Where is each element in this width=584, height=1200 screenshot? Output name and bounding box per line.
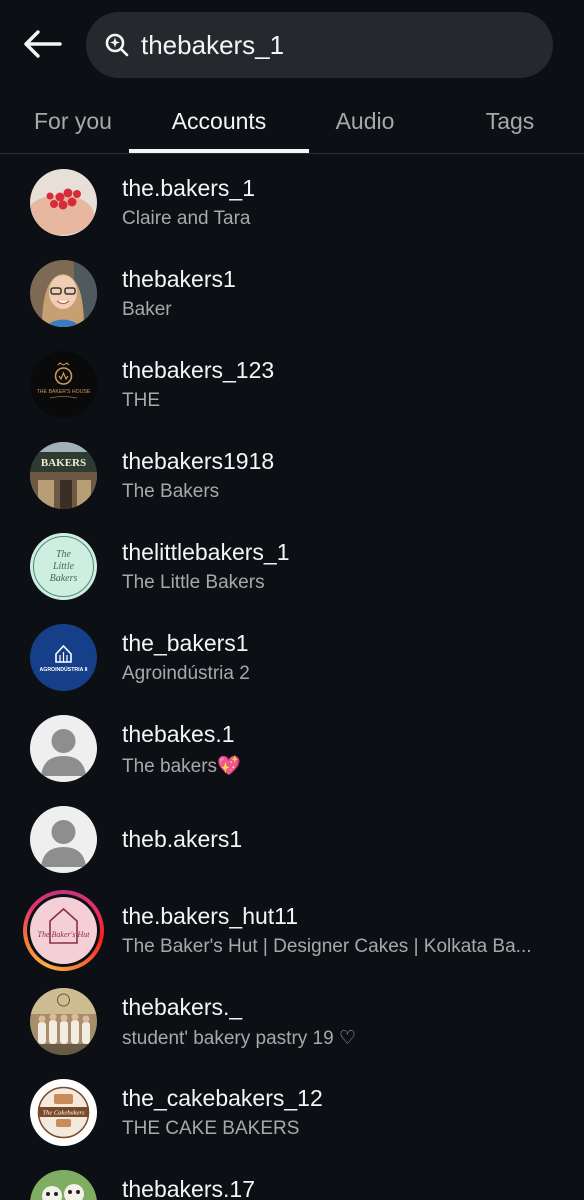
avatar: AGROINDÚSTRIA II xyxy=(30,624,97,691)
account-row[interactable]: thebakers1 Baker xyxy=(0,252,584,343)
tab-audio[interactable]: Audio xyxy=(310,90,420,153)
avatar-logo-text: AGROINDÚSTRIA II xyxy=(40,666,88,673)
search-input[interactable] xyxy=(141,22,531,68)
account-row[interactable]: The Cakebakers the_cakebakers_12 THE CAK… xyxy=(0,1071,584,1162)
avatar-story-ring[interactable]: The Baker's Hut xyxy=(23,890,104,971)
account-row[interactable]: thebakers._ student' bakery pastry 19 ♡ xyxy=(0,980,584,1071)
account-full-name: The Bakers xyxy=(122,481,220,502)
account-row[interactable]: thebakes.1 The bakers💖 xyxy=(0,707,584,798)
avatar: THE BAKER'S HOUSE xyxy=(30,351,97,418)
account-username: thelittlebakers_1 xyxy=(122,539,290,565)
back-button[interactable] xyxy=(18,22,66,66)
tab-accounts[interactable]: Accounts xyxy=(129,90,309,153)
account-full-name: THE CAKE BAKERS xyxy=(122,1118,300,1139)
person-icon xyxy=(30,806,97,873)
account-row[interactable]: The Baker's Hut the.bakers_hut11 The Bak… xyxy=(0,889,584,980)
default-avatar xyxy=(30,806,97,873)
active-tab-indicator xyxy=(129,149,309,153)
top-bar xyxy=(0,0,584,90)
account-username: thebakers.17 xyxy=(122,1176,255,1200)
avatar: The Little Bakers xyxy=(30,533,97,600)
search-tabs: For you Accounts Audio Tags xyxy=(0,90,584,154)
default-avatar xyxy=(30,715,97,782)
account-row[interactable]: the.bakers_1 Claire and Tara xyxy=(0,161,584,252)
account-full-name: Baker xyxy=(122,299,172,320)
account-full-name: The Little Bakers xyxy=(122,572,265,593)
account-full-name: Claire and Tara xyxy=(122,208,251,229)
avatar: The Baker's Hut xyxy=(30,897,97,964)
account-username: thebakers._ xyxy=(122,994,243,1020)
account-full-name: The Baker's Hut | Designer Cakes | Kolka… xyxy=(122,936,532,957)
account-username: the_cakebakers_12 xyxy=(122,1085,323,1111)
account-row[interactable]: thebakers.17 xyxy=(0,1162,584,1200)
search-icon xyxy=(105,33,129,57)
avatar-logo-text: THE BAKER'S HOUSE xyxy=(37,389,91,395)
account-full-name: The bakers💖 xyxy=(122,756,241,777)
account-row[interactable]: BAKERS thebakers1918 The Bakers xyxy=(0,434,584,525)
avatar xyxy=(30,260,97,327)
account-username: the.bakers_hut11 xyxy=(122,903,299,929)
avatar xyxy=(30,169,97,236)
account-username: thebakes.1 xyxy=(122,721,235,747)
account-username: theb.akers1 xyxy=(122,826,243,852)
avatar xyxy=(30,988,97,1055)
account-username: thebakers1 xyxy=(122,266,236,292)
account-username: the.bakers_1 xyxy=(122,175,255,201)
accounts-list: the.bakers_1 Claire and Tara thebakers1 … xyxy=(0,154,584,1200)
account-username: the_bakers1 xyxy=(122,630,249,656)
search-bar[interactable] xyxy=(86,12,553,78)
account-username: thebakers_123 xyxy=(122,357,275,383)
avatar-logo-text: The Cakebakers xyxy=(42,1110,85,1117)
avatar: BAKERS xyxy=(30,442,97,509)
avatar xyxy=(30,1170,97,1200)
account-row[interactable]: theb.akers1 xyxy=(0,798,584,889)
arrow-left-icon xyxy=(24,30,62,58)
account-full-name: THE xyxy=(122,390,160,411)
svg-text:The: The xyxy=(56,549,72,560)
person-icon xyxy=(30,715,97,782)
avatar-logo-text: BAKERS xyxy=(41,457,86,469)
account-username: thebakers1918 xyxy=(122,448,275,474)
svg-text:Little: Little xyxy=(52,561,75,572)
account-row[interactable]: The Little Bakers thelittlebakers_1 The … xyxy=(0,525,584,616)
tab-for-you[interactable]: For you xyxy=(14,90,132,153)
tab-tags[interactable]: Tags xyxy=(450,90,570,153)
account-full-name: student' bakery pastry 19 ♡ xyxy=(122,1028,357,1049)
account-row[interactable]: THE BAKER'S HOUSE thebakers_123 THE xyxy=(0,343,584,434)
account-row[interactable]: AGROINDÚSTRIA II the_bakers1 Agroindústr… xyxy=(0,616,584,707)
avatar: The Cakebakers xyxy=(30,1079,97,1146)
avatar-logo-text: The Baker's Hut xyxy=(38,930,91,939)
account-full-name: Agroindústria 2 xyxy=(122,663,250,684)
svg-text:Bakers: Bakers xyxy=(50,573,78,584)
